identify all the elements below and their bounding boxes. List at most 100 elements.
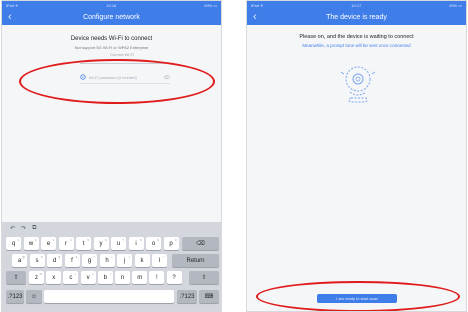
key-6-hint: 7 bbox=[122, 238, 124, 242]
onscreen-keyboard: ↶ ↷ ⧉ q 1 w 2 e 3 r 4 t 5 y 6 u 7 i 8 o 9 p 0 ⌫ a @ s # d $ f & g * h(j… bbox=[2, 222, 221, 311]
backspace-key[interactable]: ⌫ bbox=[182, 237, 219, 250]
key-r3-4[interactable]: b / bbox=[97, 271, 113, 284]
annotation-ellipse-button bbox=[256, 281, 460, 311]
key-0[interactable]: q1 bbox=[6, 237, 21, 250]
emoji-key[interactable]: ☺ bbox=[26, 290, 42, 303]
key-7[interactable]: i8 bbox=[128, 237, 144, 250]
key-r2-5-hint: ( bbox=[111, 255, 113, 259]
return-key-label: Return bbox=[186, 257, 205, 264]
key-1-hint: 2 bbox=[34, 238, 37, 242]
undo-icon[interactable]: ↶ bbox=[10, 225, 15, 232]
key-r2-5[interactable]: h( bbox=[99, 254, 115, 267]
key-r2-0-hint: @ bbox=[21, 255, 25, 259]
key-4-hint: 5 bbox=[87, 238, 89, 242]
key-r2-1[interactable]: s # bbox=[29, 254, 45, 267]
key-2[interactable]: e3 bbox=[41, 237, 56, 250]
backspace-key-label: ⌫ bbox=[196, 241, 205, 247]
redo-icon[interactable]: ↷ bbox=[21, 225, 26, 232]
key-7-label: i bbox=[135, 240, 137, 247]
key-r2-3[interactable]: f & bbox=[64, 254, 80, 267]
key-r3-4-label: b bbox=[103, 274, 107, 281]
return-key[interactable]: Return bbox=[172, 254, 219, 267]
hide-keyboard-key[interactable]: ⌨ bbox=[199, 290, 219, 303]
key-r3-1-hint: - bbox=[58, 272, 60, 276]
key-r2-4-label: g bbox=[87, 257, 92, 264]
shift-key-left-label: ⇧ bbox=[13, 275, 19, 281]
status-left: iPad ✈ bbox=[6, 2, 19, 8]
key-r2-1-label: s bbox=[35, 257, 39, 264]
key-r3-3-label: v bbox=[86, 274, 90, 281]
shift-key-right[interactable]: ⇧ bbox=[189, 271, 219, 284]
back-button[interactable]: ‹ bbox=[253, 10, 257, 24]
key-r2-2-hint: $ bbox=[58, 255, 60, 259]
key-3-hint: 4 bbox=[69, 238, 72, 242]
key-r3-4-hint: / bbox=[109, 272, 111, 276]
status-right: 49% ▭ bbox=[449, 2, 462, 8]
key-r2-0[interactable]: a @ bbox=[12, 254, 27, 267]
key-r2-7[interactable]: k ' bbox=[134, 254, 150, 267]
page-title: Configure network bbox=[83, 13, 140, 21]
key-r3-1[interactable]: x- bbox=[46, 271, 62, 284]
key-r3-2-hint: + bbox=[74, 272, 77, 276]
key-1-label: w bbox=[28, 240, 34, 247]
numbers-key-right[interactable]: .?123 bbox=[177, 290, 197, 303]
key-5-label: y bbox=[99, 240, 103, 247]
key-r2-8[interactable]: l " bbox=[152, 254, 167, 267]
key-r2-6[interactable]: j) bbox=[117, 254, 132, 267]
key-r3-6-label: m bbox=[137, 274, 143, 281]
status-bar: iPad ✈ 10:17 49% ▭ bbox=[247, 1, 466, 9]
key-r3-7-label: ! bbox=[156, 274, 158, 281]
key-r3-8[interactable]: ?. bbox=[166, 271, 182, 284]
key-r3-2[interactable]: c + bbox=[63, 271, 79, 284]
key-1[interactable]: w2 bbox=[23, 237, 39, 250]
status-time: 10:16 bbox=[106, 2, 117, 8]
key-r3-7[interactable]: !, bbox=[149, 271, 165, 284]
numbers-key-left[interactable]: .?123 bbox=[6, 290, 24, 303]
status-left: iPad ✈ bbox=[251, 2, 264, 8]
key-2-label: e bbox=[46, 240, 51, 247]
nav-bar: ‹ The device is ready bbox=[247, 9, 466, 25]
key-6[interactable]: u7 bbox=[111, 237, 126, 250]
ready-heading: Please on, and the device is waiting to … bbox=[299, 34, 414, 40]
key-r3-6-hint: : bbox=[144, 272, 146, 276]
key-r3-6[interactable]: m: bbox=[132, 271, 148, 284]
key-5[interactable]: y6 bbox=[93, 237, 109, 250]
key-r2-2[interactable]: d $ bbox=[47, 254, 62, 267]
key-r3-3[interactable]: v = bbox=[80, 271, 96, 284]
key-r3-5-hint: ; bbox=[127, 272, 128, 276]
ssid-field[interactable]: Current Wi-Fi bbox=[77, 52, 167, 58]
key-r3-8-label: ? bbox=[172, 274, 176, 281]
key-8-hint: 9 bbox=[157, 238, 159, 242]
emoji-key-label: ☺ bbox=[30, 293, 38, 300]
key-9[interactable]: p0 bbox=[163, 237, 179, 250]
key-r3-0[interactable]: z% bbox=[29, 271, 44, 284]
ready-subtitle: Meanwhile, a prompt tone will be sent on… bbox=[302, 43, 411, 48]
key-r3-7-hint: , bbox=[161, 272, 163, 276]
key-3[interactable]: r4 bbox=[58, 237, 74, 250]
key-r3-5-label: n bbox=[120, 274, 125, 281]
device-ready-screen: iPad ✈ 10:17 49% ▭ ‹ The device is ready… bbox=[246, 0, 467, 312]
key-4[interactable]: t5 bbox=[76, 237, 91, 250]
key-r3-2-label: c bbox=[69, 274, 73, 281]
key-r2-1-hint: # bbox=[40, 255, 43, 259]
key-r3-0-hint: % bbox=[39, 272, 42, 276]
key-0-label: q bbox=[11, 240, 16, 247]
key-8[interactable]: o9 bbox=[146, 237, 161, 250]
key-2-hint: 3 bbox=[52, 238, 54, 242]
paste-icon[interactable]: ⧉ bbox=[32, 225, 36, 232]
key-6-label: u bbox=[116, 240, 121, 247]
key-r2-7-hint: ' bbox=[146, 255, 148, 259]
keyboard-toolbar: ↶ ↷ ⧉ bbox=[2, 222, 221, 234]
key-r2-8-hint: " bbox=[163, 255, 165, 259]
back-button[interactable]: ‹ bbox=[8, 10, 12, 24]
key-r2-3-hint: & bbox=[75, 255, 78, 259]
key-r2-4[interactable]: g * bbox=[82, 254, 97, 267]
annotation-ellipse-password bbox=[19, 59, 215, 104]
key-3-label: r bbox=[65, 240, 67, 247]
space-key[interactable] bbox=[44, 290, 174, 303]
hide-keyboard-key-label: ⌨ bbox=[204, 294, 214, 300]
key-r3-5[interactable]: n; bbox=[115, 271, 130, 284]
key-r2-2-label: d bbox=[52, 257, 57, 264]
shift-key-left[interactable]: ⇧ bbox=[6, 271, 26, 284]
key-r3-0-label: z bbox=[35, 274, 38, 281]
